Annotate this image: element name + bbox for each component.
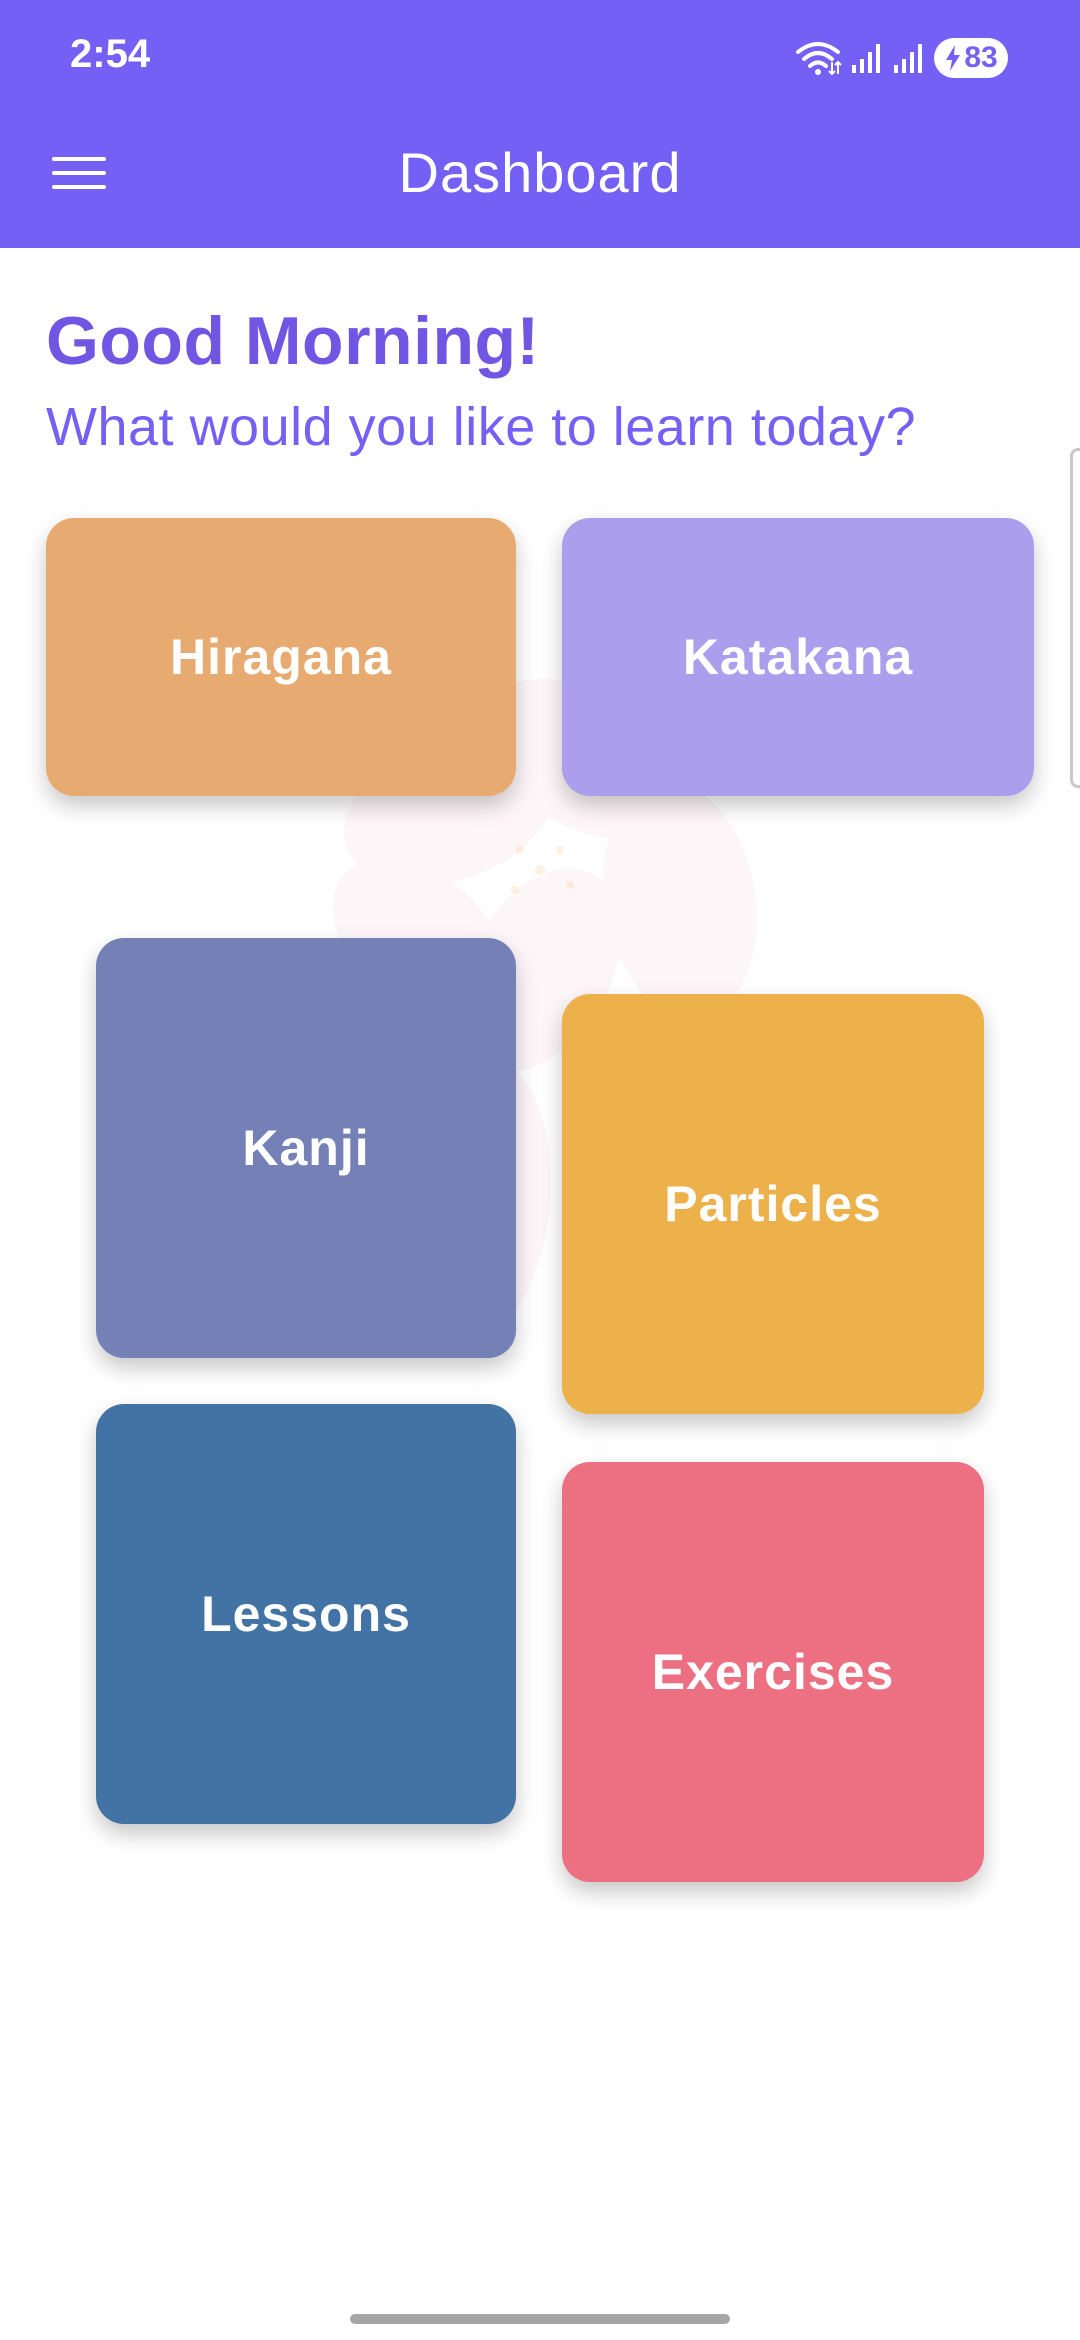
page-title: Dashboard — [398, 141, 682, 204]
battery-charging-icon — [946, 45, 961, 71]
greeting-subtitle: What would you like to learn today? — [46, 397, 916, 457]
tile-label: Hiragana — [170, 629, 392, 685]
signal-icon — [852, 44, 880, 73]
tile-label: Kanji — [242, 1120, 370, 1176]
edge-panel-handle[interactable] — [1070, 448, 1080, 788]
battery-indicator: 83 — [934, 38, 1008, 78]
kanji-tile[interactable]: Kanji — [96, 938, 516, 1358]
katakana-tile[interactable]: Katakana — [562, 518, 1034, 796]
tile-label: Katakana — [682, 629, 914, 685]
tile-label: Lessons — [201, 1586, 411, 1642]
hiragana-tile[interactable]: Hiragana — [46, 518, 516, 796]
tile-label: Particles — [664, 1176, 882, 1232]
wifi-icon — [796, 42, 842, 76]
status-icons: 83 — [794, 36, 1008, 80]
greeting-title: Good Morning! — [46, 303, 540, 379]
battery-level: 83 — [964, 41, 998, 74]
home-indicator[interactable] — [350, 2314, 730, 2324]
dashboard-screen: 2:54 83 Dashboard Good Morning! What wou… — [0, 0, 1080, 2340]
lessons-tile[interactable]: Lessons — [96, 1404, 516, 1824]
signal-icon — [894, 44, 922, 73]
tile-label: Exercises — [651, 1644, 895, 1700]
particles-tile[interactable]: Particles — [562, 994, 984, 1414]
status-time: 2:54 — [70, 32, 151, 76]
exercises-tile[interactable]: Exercises — [562, 1462, 984, 1882]
top-app-bar: 2:54 83 Dashboard — [0, 0, 1080, 248]
